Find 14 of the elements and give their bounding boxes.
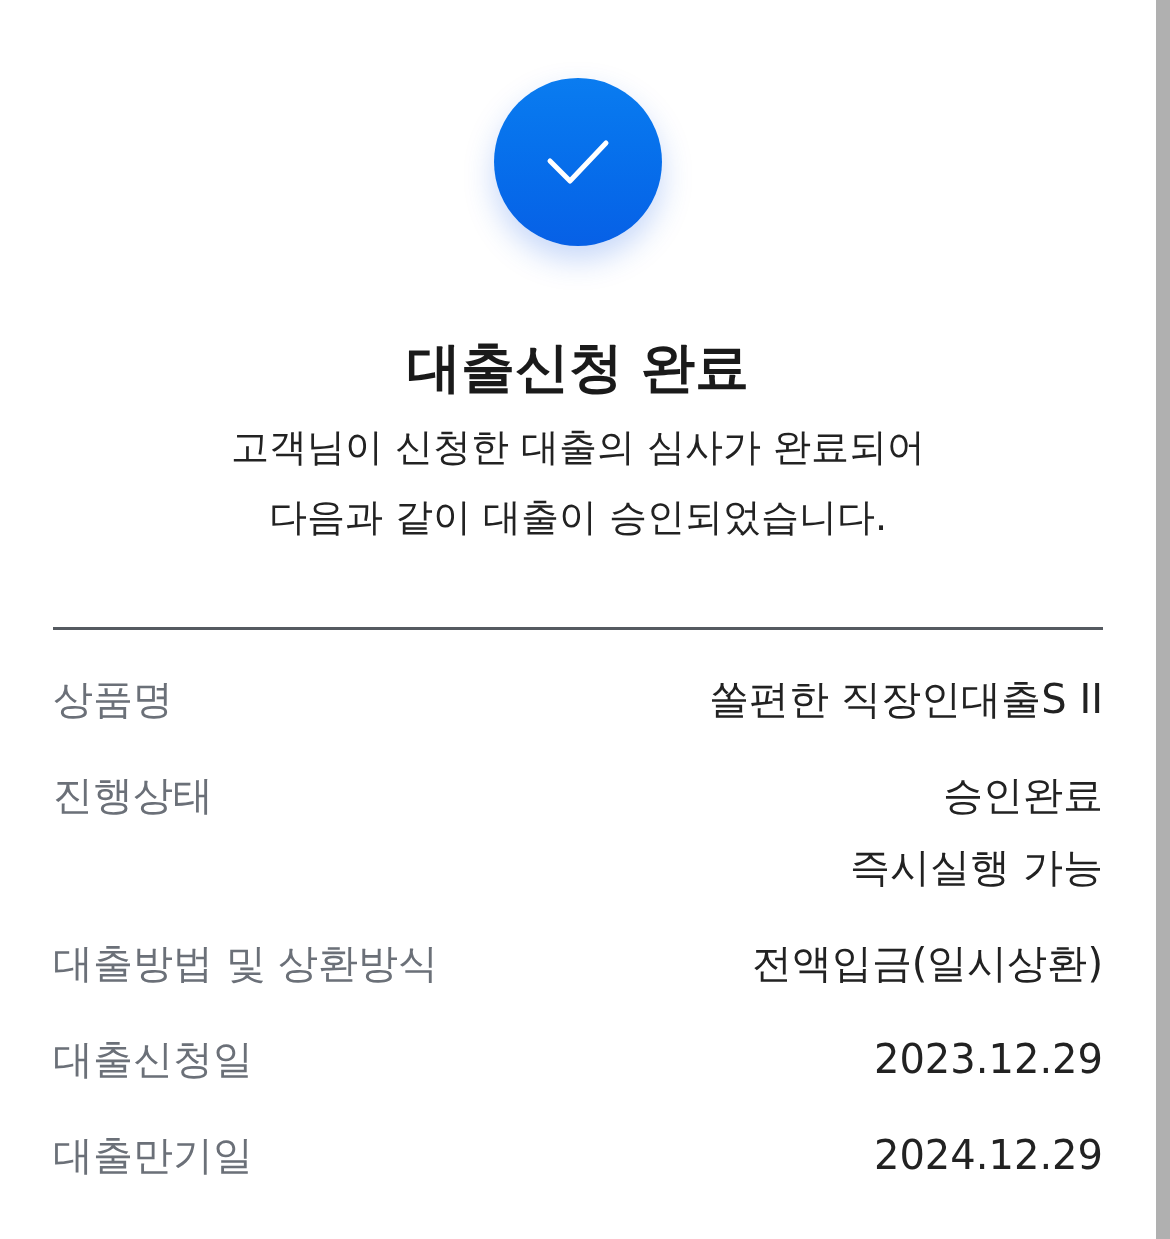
detail-value: 2023.12.29: [873, 1034, 1103, 1084]
detail-label: 대출방법 및 상환방식: [53, 938, 439, 988]
message-line: 고객님이 신청한 대출의 심사가 완료되어: [230, 423, 926, 471]
detail-value: 2024.12.29: [873, 1130, 1103, 1180]
detail-value: 전액입금(일시상환): [751, 938, 1103, 988]
detail-value: 쏠편한 직장인대출S II: [708, 674, 1103, 724]
detail-label: 대출만기일: [53, 1130, 253, 1180]
detail-label: 대출신청일: [53, 1034, 253, 1084]
detail-label: 진행상태: [53, 770, 213, 820]
detail-label: 상품명: [53, 674, 173, 724]
message-line: 다음과 같이 대출이 승인되었습니다.: [268, 493, 888, 541]
page-title: 대출신청 완료: [406, 335, 750, 401]
detail-value: 승인완료: [943, 770, 1103, 820]
detail-value: 즉시실행 가능: [850, 842, 1103, 892]
